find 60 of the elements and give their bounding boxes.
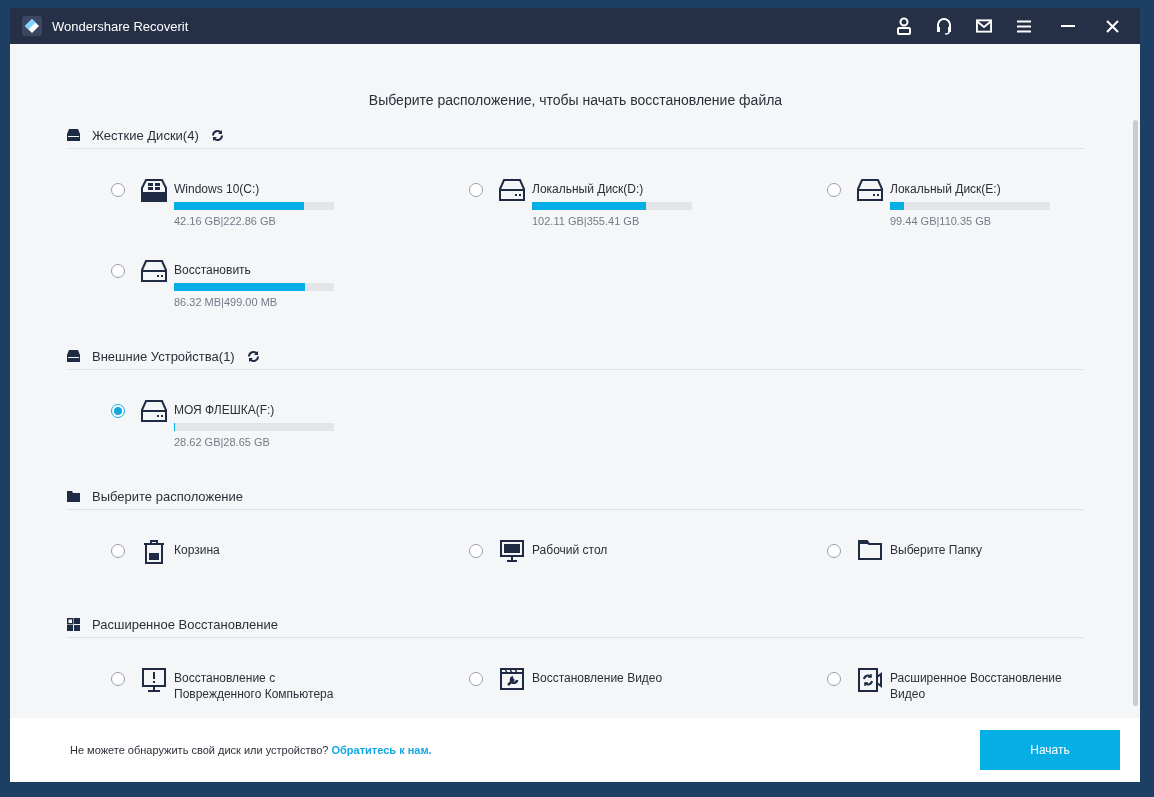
location-name: Выберите Папку	[890, 542, 982, 558]
folder-icon	[858, 540, 882, 560]
menu-icon[interactable]	[1017, 19, 1031, 33]
usage-text: 102.11 GB|355.41 GB	[532, 215, 641, 227]
location-name: Локальный Диск(D:)	[532, 181, 645, 197]
radio-button[interactable]	[827, 183, 841, 197]
drive-icon	[499, 179, 525, 201]
refresh-icon[interactable]	[246, 349, 260, 363]
headset-icon[interactable]	[936, 17, 952, 35]
user-icon[interactable]	[896, 17, 912, 35]
radio-button[interactable]	[111, 183, 125, 197]
page-heading: Выберите расположение, чтобы начать восстановление файла	[367, 91, 784, 109]
radio-button[interactable]	[111, 672, 125, 686]
location-name: Восстановление с Поврежденного Компьютера	[174, 670, 335, 702]
folder-icon	[67, 490, 80, 502]
location-name: Локальный Диск(E:)	[890, 181, 1002, 197]
radio-button[interactable]	[827, 544, 841, 558]
drive-icon	[141, 400, 167, 422]
radio-button[interactable]	[469, 672, 483, 686]
location-name: Расширенное Восстановление Видео	[890, 670, 1063, 702]
usage-text: 42.16 GB|222.86 GB	[174, 215, 277, 227]
help-text: Не можете обнаружить свой диск или устройство? Обратитесь к нам.	[70, 744, 433, 756]
mail-icon[interactable]	[976, 19, 992, 33]
drive-icon	[67, 350, 80, 362]
wrench-window-icon	[500, 668, 524, 690]
usage-text: 99.44 GB|110.35 GB	[890, 215, 993, 227]
drive-icon	[141, 179, 167, 203]
drive-icon	[67, 129, 80, 141]
location-name: Корзина	[174, 542, 220, 558]
location-name: Восстановление Видео	[532, 670, 663, 686]
radio-button[interactable]	[111, 264, 125, 278]
logo-icon	[22, 16, 42, 36]
start-button[interactable]: Начать	[980, 730, 1120, 770]
radio-button[interactable]	[111, 404, 125, 418]
grid-icon	[67, 617, 80, 631]
drive-icon	[857, 179, 883, 201]
radio-button[interactable]	[111, 544, 125, 558]
warning-monitor-icon	[142, 668, 166, 692]
section-title: Внешние Устройства(1)	[92, 348, 235, 364]
monitor-icon	[500, 540, 524, 562]
close-icon[interactable]	[1105, 19, 1119, 33]
trash-icon	[143, 540, 165, 564]
radio-button[interactable]	[469, 183, 483, 197]
section-title: Расширенное Восстановление	[92, 616, 278, 632]
location-name: МОЯ ФЛЕШКА(F:)	[174, 402, 276, 418]
scrollbar[interactable]	[1133, 120, 1138, 706]
section-title: Жесткие Диски(4)	[92, 127, 199, 143]
radio-button[interactable]	[827, 672, 841, 686]
section-title: Выберите расположение	[92, 488, 244, 504]
location-name: Windows 10(C:)	[174, 181, 261, 197]
location-name: Рабочий стол	[532, 542, 608, 558]
radio-button[interactable]	[469, 544, 483, 558]
window-title: Wondershare Recoverit	[52, 18, 190, 34]
contact-link[interactable]: Обратитесь к нам.	[331, 744, 432, 756]
drive-icon	[141, 260, 167, 282]
usage-text: 28.62 GB|28.65 GB	[174, 436, 271, 448]
location-name: Восстановить	[174, 262, 252, 278]
refresh-icon[interactable]	[210, 128, 224, 142]
usage-text: 86.32 MB|499.00 MB	[174, 296, 279, 308]
video-refresh-icon	[858, 668, 882, 692]
